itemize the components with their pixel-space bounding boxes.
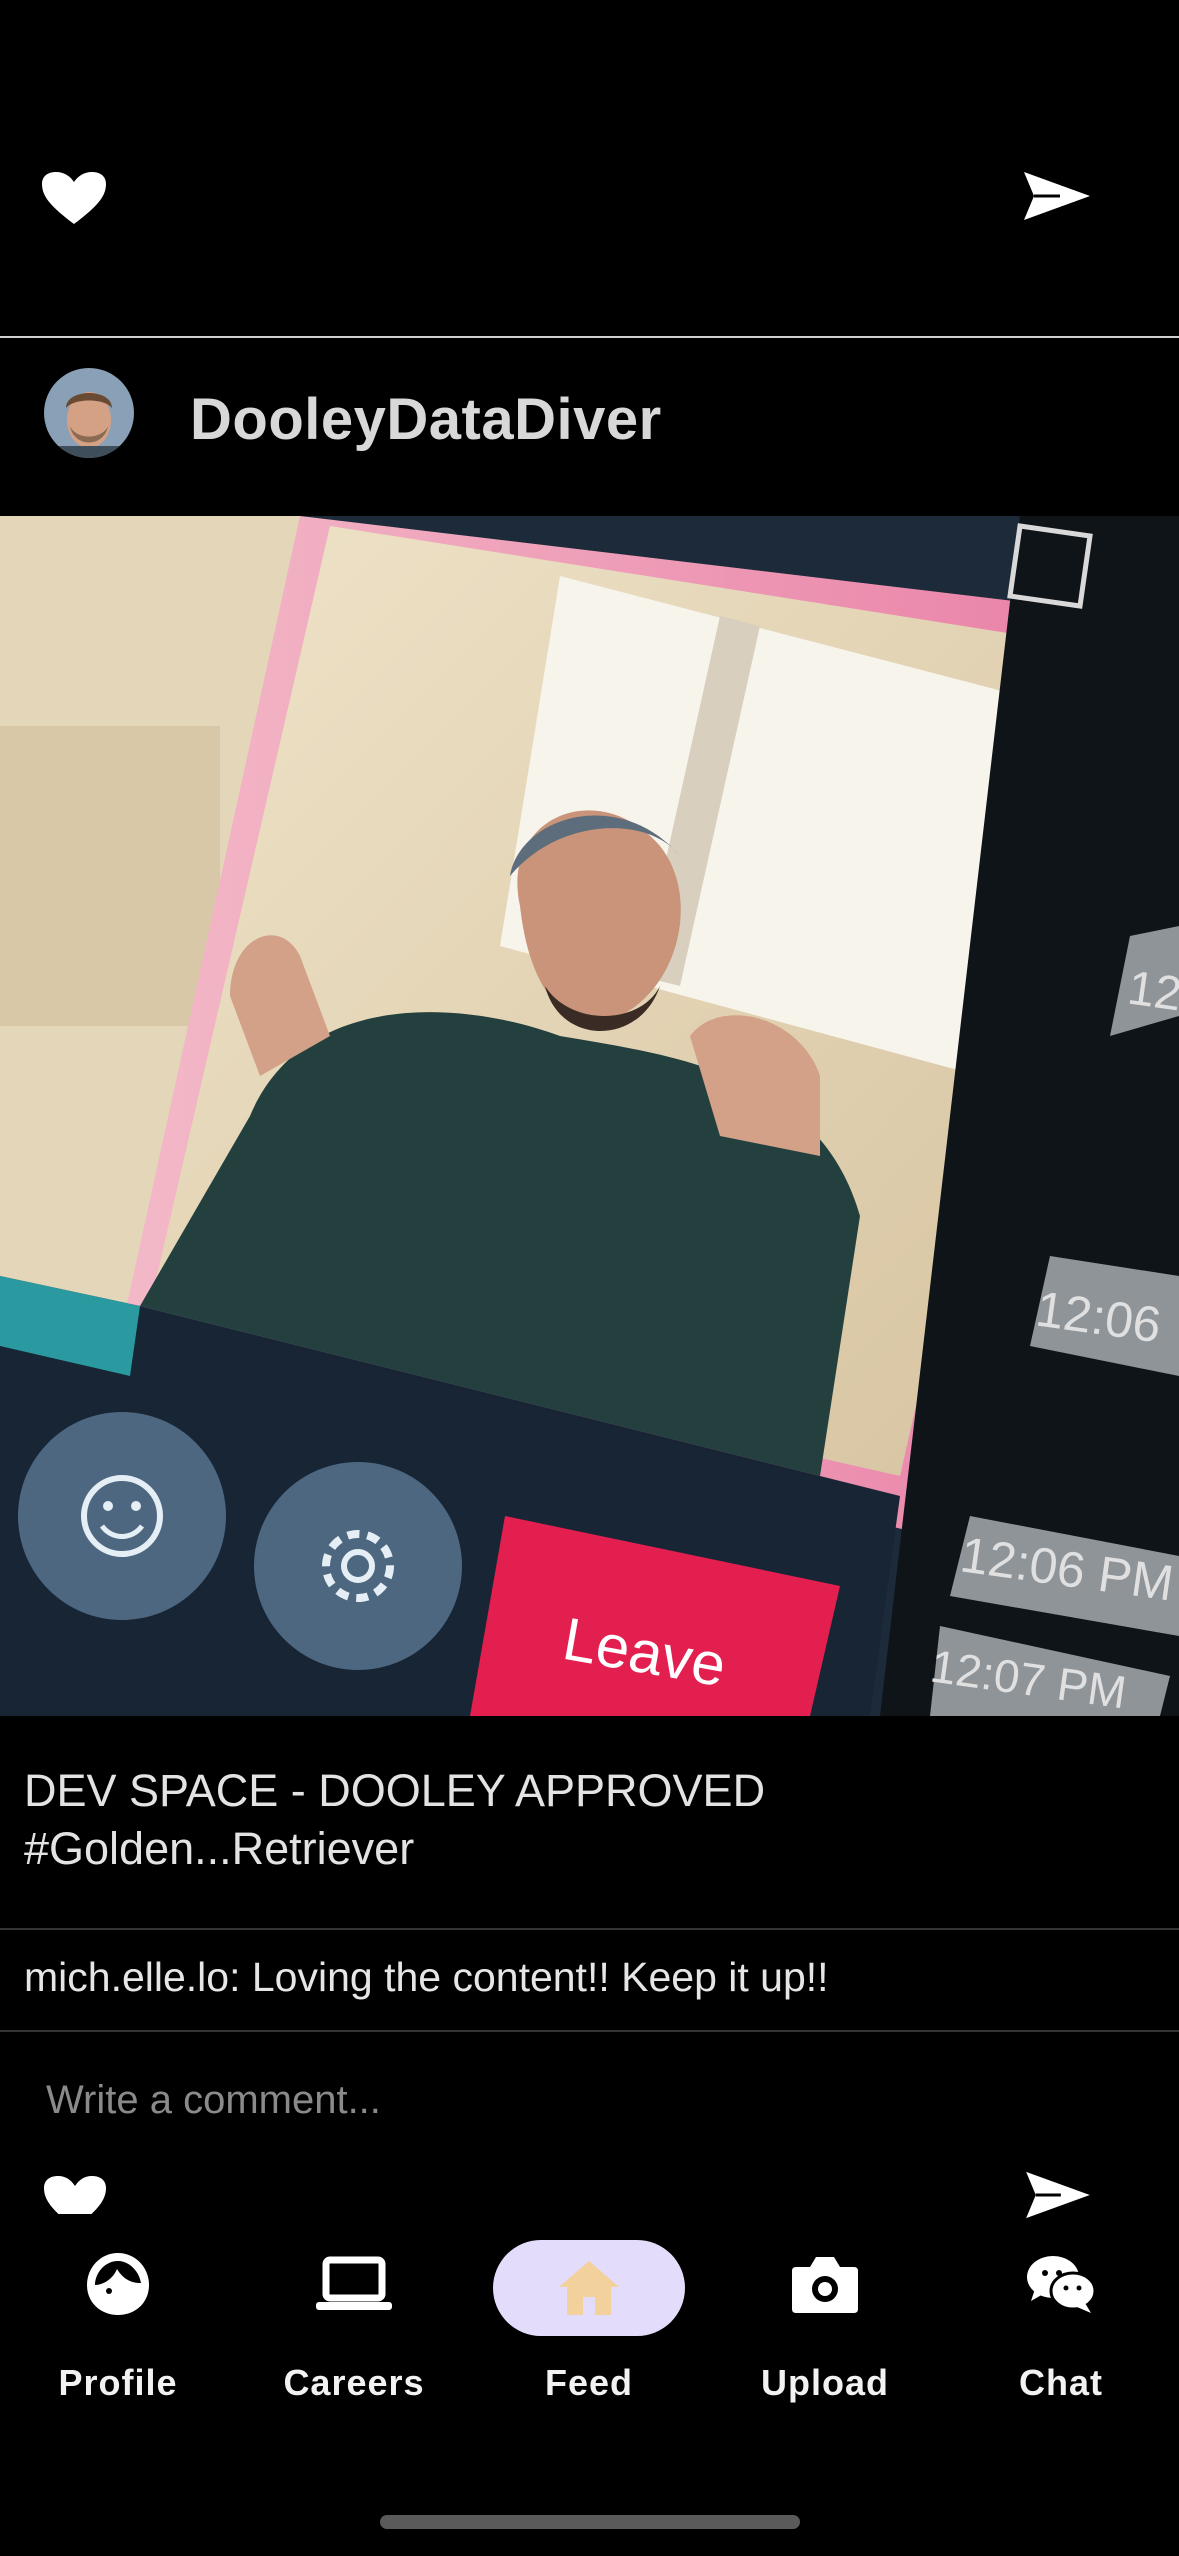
divider (0, 2030, 1179, 2032)
nav-label: Upload (761, 2362, 889, 2403)
send-icon[interactable] (1020, 168, 1092, 224)
home-icon (547, 2258, 631, 2318)
nav-item-feed[interactable]: Feed (471, 2240, 707, 2440)
nav-label: Chat (1019, 2362, 1103, 2403)
nav-label: Profile (58, 2362, 178, 2403)
nav-item-careers[interactable]: Careers (236, 2240, 472, 2440)
like-icon[interactable] (40, 170, 108, 226)
chat-icon (1019, 2254, 1103, 2314)
post-caption: DEV SPACE - DOOLEY APPROVED #Golden...Re… (24, 1765, 766, 1874)
avatar[interactable] (44, 368, 134, 458)
divider (0, 1928, 1179, 1930)
username[interactable]: DooleyDataDiver (190, 386, 662, 453)
profile-icon (76, 2253, 160, 2315)
timestamp: 12 (1124, 961, 1179, 1022)
comment-input[interactable] (24, 2070, 1168, 2130)
send-icon[interactable] (1022, 2168, 1092, 2222)
home-indicator (380, 2515, 800, 2529)
nav-label: Careers (283, 2362, 425, 2403)
like-icon[interactable] (42, 2174, 108, 2214)
nav-item-chat[interactable]: Chat (943, 2240, 1179, 2440)
divider (0, 336, 1179, 338)
emoji-icon (18, 1412, 226, 1620)
gear-icon (254, 1462, 462, 1670)
comment-text: mich.elle.lo: Loving the content!! Keep … (24, 1954, 829, 2000)
nav-label: Feed (544, 2362, 634, 2403)
nav-item-upload[interactable]: Upload (707, 2240, 943, 2440)
camera-icon (783, 2254, 867, 2314)
nav-item-profile[interactable]: Profile (0, 2240, 236, 2440)
post-photo: Leave 12 12:06 12:06 PM 12:07 PM (0, 516, 1179, 1716)
laptop-icon (312, 2254, 396, 2314)
bottom-nav: Profile Careers Feed Upload Chat (0, 2240, 1179, 2440)
